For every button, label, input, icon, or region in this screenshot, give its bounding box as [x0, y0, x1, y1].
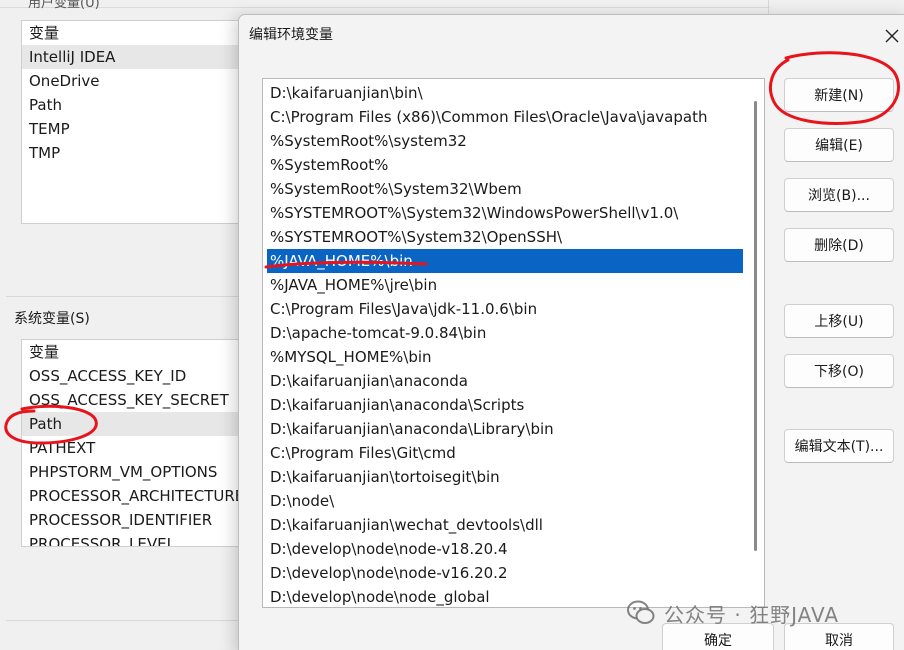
system-var-row[interactable]: PROCESSOR_IDENTIFIER	[22, 508, 260, 532]
system-vars-group-label: 系统变量(S)	[14, 311, 90, 327]
close-button[interactable]	[879, 23, 904, 49]
move-down-button[interactable]: 下移(O)	[784, 354, 894, 388]
path-entry[interactable]: D:\develop\node\node-v16.20.2	[267, 561, 743, 585]
watermark-text: 公众号 · 狂野JAVA	[664, 602, 840, 627]
edit-environment-variable-dialog: 编辑环境变量 D:\kaifaruanjian\bin\ C:\Program F…	[238, 14, 904, 650]
path-entry[interactable]: D:\kaifaruanjian\anaconda	[267, 369, 743, 393]
user-var-row[interactable]: OneDrive	[22, 69, 260, 93]
watermark: 公众号 · 狂野JAVA	[626, 598, 839, 628]
user-var-row[interactable]: Path	[22, 93, 260, 117]
path-entry[interactable]: D:\kaifaruanjian\anaconda\Scripts	[267, 393, 743, 417]
system-var-row[interactable]: PATHEXT	[22, 436, 260, 460]
path-entry[interactable]: C:\Program Files\Java\jdk-11.0.6\bin	[267, 297, 743, 321]
path-entry[interactable]: %MYSQL_HOME%\bin	[267, 345, 743, 369]
system-var-row[interactable]: OSS_ACCESS_KEY_ID	[22, 364, 260, 388]
user-vars-group-label: 用户变量(U)	[28, 0, 100, 11]
edit-text-button[interactable]: 编辑文本(T)...	[784, 429, 894, 463]
path-entry[interactable]: D:\kaifaruanjian\anaconda\Library\bin	[267, 417, 743, 441]
browse-button[interactable]: 浏览(B)...	[784, 178, 894, 212]
close-icon	[885, 29, 899, 43]
scrollbar[interactable]	[750, 81, 762, 605]
new-button[interactable]: 新建(N)	[784, 78, 894, 112]
path-entry[interactable]: %SystemRoot%	[267, 153, 743, 177]
path-entry[interactable]: %JAVA_HOME%\jre\bin	[267, 273, 743, 297]
user-vars-group-frame: 用户变量(U)	[0, 0, 770, 11]
path-entry[interactable]: D:\kaifaruanjian\bin\	[267, 81, 743, 105]
dialog-title: 编辑环境变量	[249, 27, 333, 43]
system-var-row[interactable]: PROCESSOR_ARCHITECTURE	[22, 484, 260, 508]
user-var-row[interactable]: IntelliJ IDEA	[22, 45, 260, 69]
wechat-icon	[627, 600, 655, 624]
path-entry[interactable]: D:\apache-tomcat-9.0.84\bin	[267, 321, 743, 345]
path-entry[interactable]: %SYSTEMROOT%\System32\WindowsPowerShell\…	[267, 201, 743, 225]
path-entry[interactable]: %SystemRoot%\system32	[267, 129, 743, 153]
window-divider	[768, 0, 780, 14]
path-entries-list[interactable]: D:\kaifaruanjian\bin\ C:\Program Files (x…	[262, 78, 765, 608]
path-entry[interactable]: %JAVA_HOME%\bin	[267, 249, 743, 273]
path-entry[interactable]: D:\kaifaruanjian\tortoisegit\bin	[267, 465, 743, 489]
system-vars-list[interactable]: 变量 OSS_ACCESS_KEY_ID OSS_ACCESS_KEY_SECRE…	[21, 339, 261, 547]
path-entry[interactable]: D:\node\	[267, 489, 743, 513]
path-entry[interactable]: %SystemRoot%\System32\Wbem	[267, 177, 743, 201]
system-var-row[interactable]: OSS_ACCESS_KEY_SECRET	[22, 388, 260, 412]
edit-button[interactable]: 编辑(E)	[784, 128, 894, 162]
delete-button[interactable]: 删除(D)	[784, 228, 894, 262]
user-vars-column-header[interactable]: 变量	[22, 21, 260, 45]
system-var-row[interactable]: Path	[22, 412, 260, 436]
path-entry[interactable]: D:\kaifaruanjian\wechat_devtools\dll	[267, 513, 743, 537]
path-entry[interactable]: D:\develop\node\node-v18.20.4	[267, 537, 743, 561]
system-var-row[interactable]: PHPSTORM_VM_OPTIONS	[22, 460, 260, 484]
system-var-row[interactable]: PROCESSOR_LEVEL	[22, 532, 260, 546]
user-var-row[interactable]: TEMP	[22, 117, 260, 141]
path-entry[interactable]: %SYSTEMROOT%\System32\OpenSSH\	[267, 225, 743, 249]
system-vars-column-header[interactable]: 变量	[22, 340, 260, 364]
scrollbar-thumb[interactable]	[754, 101, 757, 551]
divider	[6, 620, 254, 621]
user-vars-list[interactable]: 变量 IntelliJ IDEA OneDrive Path TEMP TMP	[21, 20, 261, 224]
path-entry[interactable]: C:\Program Files (x86)\Common Files\Orac…	[267, 105, 743, 129]
path-entry[interactable]: C:\Program Files\Git\cmd	[267, 441, 743, 465]
user-var-row[interactable]: TMP	[22, 141, 260, 165]
move-up-button[interactable]: 上移(U)	[784, 304, 894, 338]
